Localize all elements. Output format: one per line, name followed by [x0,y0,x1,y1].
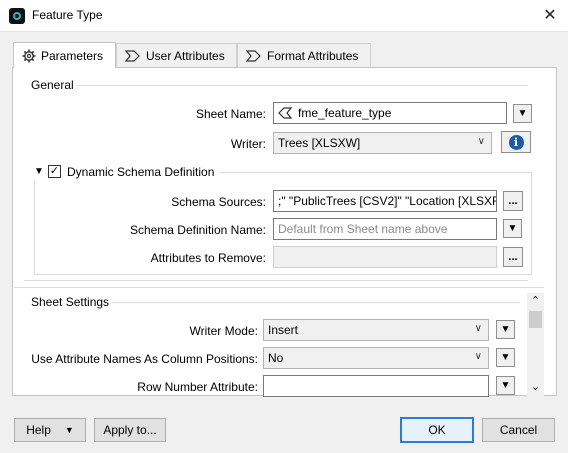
scroll-up-icon[interactable]: ⌃ [528,293,543,309]
writer-info-button[interactable]: i [501,131,531,153]
apply-to-button[interactable]: Apply to... [94,418,166,442]
row-number-field[interactable] [263,375,489,397]
attrs-remove-label: Attributes to Remove: [150,251,266,265]
apply-label: Apply to... [103,423,157,437]
tab-label: User Attributes [146,48,225,63]
dropdown-arrow-icon: ▼ [64,425,74,435]
close-icon[interactable]: ✕ [536,4,564,28]
use-attr-names-value: No [268,351,284,365]
window-title: Feature Type [32,8,103,22]
check-icon: ✓ [49,165,60,177]
ellipsis-icon: ... [508,250,518,263]
chevron-down-icon: ∨ [477,136,485,147]
dynamic-schema-right-border [531,172,532,274]
dropdown-arrow-icon: ▼ [500,352,511,363]
general-group-title: General [31,78,74,92]
chevron-down-icon: ∨ [474,323,482,334]
dropdown-arrow-icon: ▼ [500,380,511,391]
sheet-settings-title: Sheet Settings [31,295,110,309]
row-number-label: Row Number Attribute: [137,380,258,394]
scroll-thumb[interactable] [529,311,542,328]
schema-sources-value: ;" "PublicTrees [CSV2]" "Location [XLSXR… [278,194,497,208]
schema-def-name-label: Schema Definition Name: [129,223,266,237]
title-bar: Feature Type ✕ [0,0,568,32]
writer-select[interactable]: Trees [XLSXW] ∨ [273,132,492,154]
dynamic-schema-left-border [34,180,35,274]
ok-button[interactable]: OK [400,417,474,443]
app-icon [9,8,25,24]
schema-def-name-menu-button[interactable]: ▼ [503,219,522,238]
info-icon: i [508,134,524,150]
row-number-menu-button[interactable]: ▼ [496,376,515,395]
help-button[interactable]: Help ▼ [14,418,86,442]
schema-def-name-field[interactable]: Default from Sheet name above [273,218,497,240]
dropdown-arrow-icon: ▼ [517,108,528,119]
writer-mode-select[interactable]: Insert ∨ [263,319,489,341]
general-divider [76,85,528,86]
cancel-button[interactable]: Cancel [482,418,555,442]
scroll-down-icon[interactable]: ⌄ [528,380,543,394]
schema-sources-browse-button[interactable]: ... [503,191,523,211]
attrs-remove-browse-button[interactable]: ... [503,247,523,267]
ok-label: OK [428,423,446,437]
schema-sources-field[interactable]: ;" "PublicTrees [CSV2]" "Location [XLSXR… [273,190,497,212]
cancel-label: Cancel [499,423,538,437]
sheet-name-value: fme_feature_type [298,106,392,120]
general-bottom-border [24,280,528,281]
attribute-arrow-icon [125,49,140,62]
section-divider [14,287,544,288]
tab-user-attributes[interactable]: User Attributes [116,43,237,67]
help-label: Help [26,423,51,437]
sheet-name-label: Sheet Name: [195,107,266,121]
writer-value: Trees [XLSXW] [278,136,361,150]
dynamic-schema-checkbox[interactable]: ✓ [48,165,61,178]
chevron-down-icon: ∨ [474,351,482,362]
writer-mode-label: Writer Mode: [189,324,258,338]
use-attr-names-label: Use Attribute Names As Column Positions: [31,352,258,366]
use-attr-names-select[interactable]: No ∨ [263,347,489,369]
sheet-settings-divider [112,302,520,303]
attribute-reference-icon [278,107,292,119]
attribute-arrow-icon [246,49,261,62]
writer-mode-menu-button[interactable]: ▼ [496,320,515,339]
tab-label: Format Attributes [267,48,359,63]
sheet-name-field[interactable]: fme_feature_type [273,102,507,124]
dynamic-schema-bottom-border [34,274,532,275]
ellipsis-icon: ... [508,194,518,207]
attrs-remove-field[interactable] [273,246,497,268]
writer-label: Writer: [230,137,266,151]
dynamic-schema-divider [219,172,531,173]
schema-def-name-placeholder: Default from Sheet name above [278,222,448,236]
writer-mode-value: Insert [268,323,299,337]
dropdown-arrow-icon: ▼ [507,223,518,234]
use-attr-names-menu-button[interactable]: ▼ [496,348,515,367]
dropdown-arrow-icon: ▼ [500,324,511,335]
tab-parameters[interactable]: Parameters [13,42,116,68]
sheet-name-menu-button[interactable]: ▼ [513,104,532,123]
dynamic-schema-label: Dynamic Schema Definition [67,165,215,179]
collapse-icon[interactable]: ▼ [34,166,44,177]
schema-sources-label: Schema Sources: [171,195,266,209]
tab-format-attributes[interactable]: Format Attributes [237,43,371,67]
gear-icon [22,49,36,62]
tab-label: Parameters [41,48,104,63]
